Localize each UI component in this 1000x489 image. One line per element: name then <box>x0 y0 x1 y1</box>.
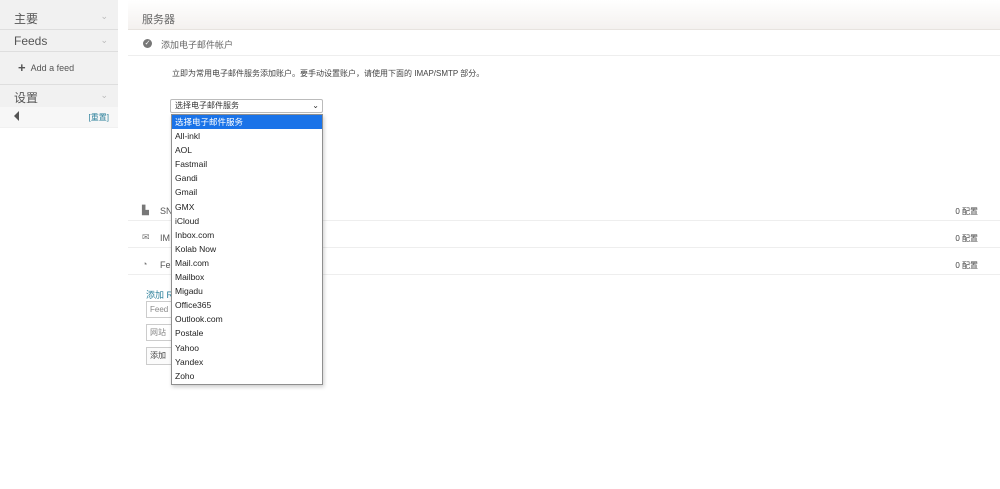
dropdown-option[interactable]: iCloud <box>172 214 322 228</box>
dropdown-option[interactable]: Mail.com <box>172 256 322 270</box>
email-service-select[interactable]: 选择电子邮件服务 ⌄ <box>170 99 323 113</box>
sidebar-main-label: 主要 <box>14 12 39 26</box>
sidebar-feeds-label: Feeds <box>14 34 48 48</box>
sidebar-section-main[interactable]: 主要 ⌄ <box>0 10 118 28</box>
imap-config-count: 0 配置 <box>955 234 978 243</box>
settings-item-row[interactable]: [重置] <box>0 107 118 127</box>
reset-link[interactable]: [重置] <box>89 112 109 123</box>
dropdown-option[interactable]: Kolab Now <box>172 242 322 256</box>
chevron-down-icon: ⌄ <box>100 35 108 45</box>
collapse-arrow-icon[interactable] <box>14 111 19 121</box>
envelope-icon: ✉ <box>142 232 150 242</box>
dropdown-option[interactable]: Migadu <box>172 284 322 298</box>
dropdown-option[interactable]: Outlook.com <box>172 312 322 326</box>
rss-icon: ◔ <box>142 259 148 269</box>
main-header: 服务器 <box>128 0 1000 30</box>
dropdown-option[interactable]: Gmail <box>172 185 322 199</box>
add-email-account-section[interactable]: ✓ 添加电子邮件帐户 <box>128 30 1000 56</box>
add-rss-label: 添加 R <box>146 290 174 300</box>
chevron-down-icon: ⌄ <box>312 101 319 110</box>
dropdown-option[interactable]: Inbox.com <box>172 228 322 242</box>
dropdown-option[interactable]: Fastmail <box>172 157 322 171</box>
add-feed-link[interactable]: + Add a feed <box>18 60 74 75</box>
dropdown-option[interactable]: 选择电子邮件服务 <box>172 115 322 130</box>
sidebar-section-feeds[interactable]: Feeds ⌄ <box>0 34 118 52</box>
dropdown-option[interactable]: All-inkl <box>172 129 322 143</box>
email-service-description: 立即为常用电子邮件服务添加账户。要手动设置账户，请使用下面的 IMAP/SMTP… <box>172 69 485 78</box>
add-feed-label: Add a feed <box>30 63 75 73</box>
sidebar-divider <box>0 29 118 30</box>
chevron-down-icon: ⌄ <box>100 90 108 100</box>
smtp-config-count: 0 配置 <box>955 207 978 216</box>
chevron-down-icon: ⌄ <box>100 11 108 21</box>
sidebar-divider <box>0 51 118 52</box>
dropdown-option[interactable]: Mailbox <box>172 270 322 284</box>
sidebar-settings-label: 设置 <box>14 91 39 105</box>
dropdown-option[interactable]: GMX <box>172 200 322 214</box>
check-circle-icon: ✓ <box>143 39 152 48</box>
feeds-label: Fe <box>160 260 171 270</box>
feeds-config-count: 0 配置 <box>955 261 978 270</box>
dropdown-option[interactable]: Gandi <box>172 171 322 185</box>
sidebar-divider <box>0 84 118 85</box>
email-service-select-value: 选择电子邮件服务 <box>175 101 239 110</box>
server-icon: ▙ <box>142 205 149 215</box>
dropdown-option[interactable]: Yandex <box>172 355 322 369</box>
sidebar: 主要 ⌄ Feeds ⌄ + Add a feed 设置 ⌄ [重置] <box>0 0 118 489</box>
imap-label: IM <box>160 233 170 243</box>
plus-icon: + <box>18 60 26 75</box>
dropdown-option[interactable]: Office365 <box>172 298 322 312</box>
dropdown-option[interactable]: Zoho <box>172 369 322 383</box>
dropdown-option[interactable]: Postale <box>172 326 322 340</box>
email-service-dropdown[interactable]: 选择电子邮件服务 All-inkl AOL Fastmail Gandi Gmail GMX… <box>171 114 323 385</box>
dropdown-option[interactable]: Yahoo <box>172 341 322 355</box>
page-title: 服务器 <box>142 14 175 26</box>
sidebar-section-settings[interactable]: 设置 ⌄ <box>0 89 118 107</box>
add-email-account-label: 添加电子邮件帐户 <box>161 40 234 50</box>
dropdown-option[interactable]: AOL <box>172 143 322 157</box>
